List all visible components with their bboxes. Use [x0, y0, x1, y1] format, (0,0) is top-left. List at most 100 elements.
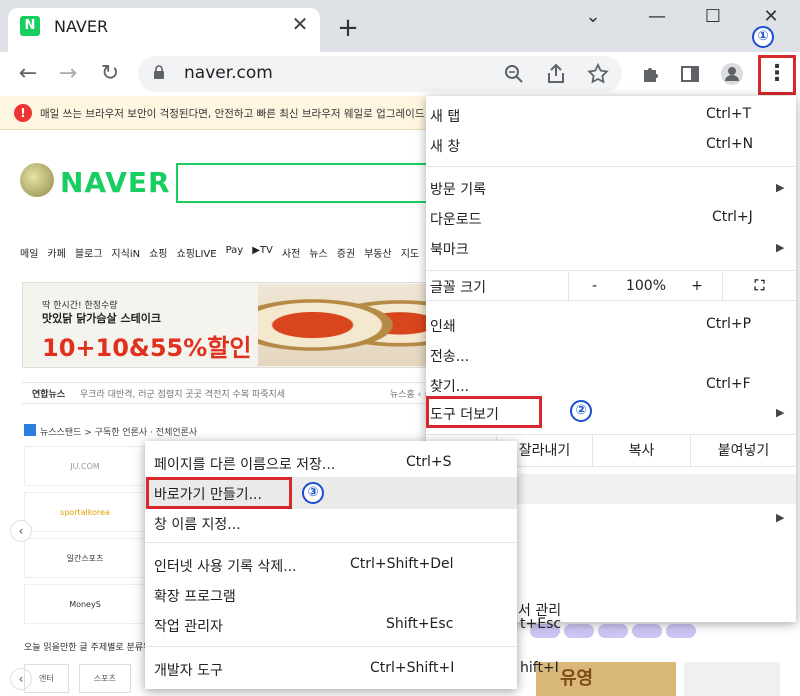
nav-link[interactable]: 증권 — [337, 245, 355, 263]
tab-search-chevron-icon[interactable]: ⌄ — [576, 4, 610, 30]
save-page-shortcut: Ctrl+S — [406, 454, 452, 470]
nav-link[interactable]: 카페 — [47, 245, 65, 263]
naver-logo[interactable]: NAVER — [60, 166, 171, 199]
nav-link[interactable]: 쇼핑LIVE — [177, 245, 217, 263]
edit-controls: 잘라내기 복사 붙여넣기 — [496, 436, 796, 466]
ad-food-image — [258, 284, 440, 366]
newsstand-icon — [24, 424, 36, 436]
naver-favicon-icon: N — [20, 16, 40, 36]
nav-link[interactable]: 뉴스 — [309, 245, 327, 263]
press-logo[interactable]: 일간스포츠 — [24, 538, 146, 578]
callout-3: ③ — [302, 482, 324, 504]
nav-link[interactable]: 사전 — [282, 245, 300, 263]
menu-print[interactable]: 인쇄 — [430, 316, 456, 336]
zoom-out-button[interactable]: - — [568, 272, 620, 300]
dev-tools-shortcut: Ctrl+Shift+I — [370, 660, 455, 676]
highlight-create-shortcut — [146, 477, 292, 509]
news-controls[interactable]: 뉴스홈 ‹ › — [390, 387, 428, 400]
menu-divider — [426, 300, 796, 301]
nav-link[interactable]: 지식iN — [111, 245, 140, 263]
press-logo[interactable]: JU.COM — [24, 446, 146, 486]
menu-developer-tools[interactable]: 개발자 도구 — [154, 660, 223, 680]
press-prev-arrow-icon[interactable]: ‹ — [10, 520, 32, 542]
zoom-icon[interactable] — [500, 60, 528, 88]
category-tag[interactable] — [598, 624, 628, 638]
maximize-button[interactable]: ☐ — [696, 4, 730, 30]
naver-doodle-icon[interactable] — [20, 163, 54, 197]
naver-search-input[interactable] — [176, 163, 440, 203]
chrome-menu-button[interactable]: ⋮ — [758, 55, 796, 95]
zoom-in-button[interactable]: + — [672, 272, 722, 300]
menu-divider — [426, 434, 796, 435]
back-button[interactable]: ← — [14, 60, 42, 88]
new-tab-shortcut: Ctrl+T — [706, 106, 752, 122]
fullscreen-icon[interactable]: ⛶ — [722, 272, 796, 300]
menu-clear-browsing-data[interactable]: 인터넷 사용 기록 삭제... — [154, 556, 297, 576]
menu-task-manager[interactable]: 작업 관리자 — [154, 616, 223, 636]
newsstand-header[interactable]: 뉴스스탠드 > 구독한 언론사 · 전체언론사 — [40, 425, 197, 438]
submenu-arrow-icon: ▶ — [776, 241, 785, 254]
profile-avatar-icon[interactable] — [718, 60, 746, 88]
menu-bookmarks[interactable]: 북마크 — [430, 239, 469, 259]
reload-button[interactable]: ↻ — [96, 60, 124, 88]
promo-thumbnail[interactable] — [684, 662, 780, 696]
find-shortcut: Ctrl+F — [706, 376, 751, 392]
nav-link[interactable]: 쇼핑 — [149, 245, 167, 263]
dev-tools-shortcut-behind: hift+I — [520, 660, 559, 676]
minimize-button[interactable]: — — [640, 4, 674, 30]
menu-zoom-label: 글꼴 크기 — [430, 280, 486, 296]
print-shortcut: Ctrl+P — [706, 316, 752, 332]
new-window-shortcut: Ctrl+N — [706, 136, 754, 152]
menu-save-page-as[interactable]: 페이지를 다른 이름으로 저장... — [154, 454, 335, 474]
banner-text[interactable]: 매일 쓰는 브라우저 보안이 걱정된다면, 안전하고 빠른 최신 브라우저 웨일… — [40, 106, 430, 121]
menu-new-window[interactable]: 새 창 — [430, 136, 460, 156]
category-tag[interactable] — [632, 624, 662, 638]
menu-find[interactable]: 찾기... — [430, 376, 469, 396]
zoom-controls: - 100% + ⛶ — [568, 272, 796, 300]
menu-downloads[interactable]: 다운로드 — [430, 209, 482, 229]
share-icon[interactable] — [542, 60, 570, 88]
nav-link[interactable]: Pay — [226, 245, 244, 263]
tab-title: NAVER — [54, 17, 109, 36]
content-tab[interactable]: 엔터 — [24, 664, 69, 693]
bookmark-star-icon[interactable] — [584, 60, 612, 88]
menu-divider — [145, 542, 517, 543]
clear-data-shortcut: Ctrl+Shift+Del — [350, 556, 454, 572]
menu-cast[interactable]: 전송... — [430, 346, 469, 366]
menu-history[interactable]: 방문 기록 — [430, 179, 486, 199]
downloads-shortcut: Ctrl+J — [712, 209, 753, 225]
nav-link[interactable]: 블로그 — [75, 245, 103, 263]
task-manager-shortcut: Shift+Esc — [386, 616, 454, 632]
forward-button[interactable]: → — [54, 60, 82, 88]
nav-link[interactable]: ▶TV — [252, 245, 273, 263]
highlight-more-tools — [426, 396, 542, 428]
lock-icon[interactable] — [152, 65, 166, 79]
category-tag[interactable] — [564, 624, 594, 638]
menu-divider — [145, 646, 517, 647]
tab-close-icon[interactable]: ✕ — [288, 12, 312, 36]
nav-link[interactable]: 메일 — [20, 245, 38, 263]
paste-button[interactable]: 붙여넣기 — [690, 436, 796, 466]
copy-button[interactable]: 복사 — [592, 436, 690, 466]
menu-extensions[interactable]: 확장 프로그램 — [154, 586, 236, 606]
category-tag[interactable] — [666, 624, 696, 638]
news-source[interactable]: 연합뉴스 — [32, 387, 65, 400]
nav-link[interactable]: 지도 — [401, 245, 419, 263]
nav-link[interactable]: 부동산 — [364, 245, 392, 263]
news-headline[interactable]: 우크라 대반격, 러군 점령지 곳곳 격전지 수복 파죽지세 — [80, 387, 285, 400]
side-panel-icon[interactable] — [676, 60, 704, 88]
submenu-arrow-icon: ▶ — [776, 511, 785, 524]
menu-name-window[interactable]: 창 이름 지정... — [154, 514, 241, 534]
zoom-level: 100% — [625, 278, 667, 294]
new-tab-button[interactable]: + — [334, 14, 362, 42]
ad-promo: 10+10&55%할인 — [42, 334, 252, 362]
extensions-puzzle-icon[interactable] — [636, 60, 664, 88]
press-logo[interactable]: MoneyS — [24, 584, 146, 624]
content-tab[interactable]: 스포츠 — [78, 664, 131, 693]
press-grid: JU.COM sportalkorea 일간스포츠 MoneyS — [24, 446, 146, 624]
press-logo[interactable]: sportalkorea — [24, 492, 146, 532]
content-tabs: 엔터 스포츠 — [24, 664, 131, 693]
url-text[interactable]: naver.com — [184, 63, 273, 83]
submenu-arrow-icon: ▶ — [776, 406, 785, 419]
menu-new-tab[interactable]: 새 탭 — [430, 106, 460, 126]
